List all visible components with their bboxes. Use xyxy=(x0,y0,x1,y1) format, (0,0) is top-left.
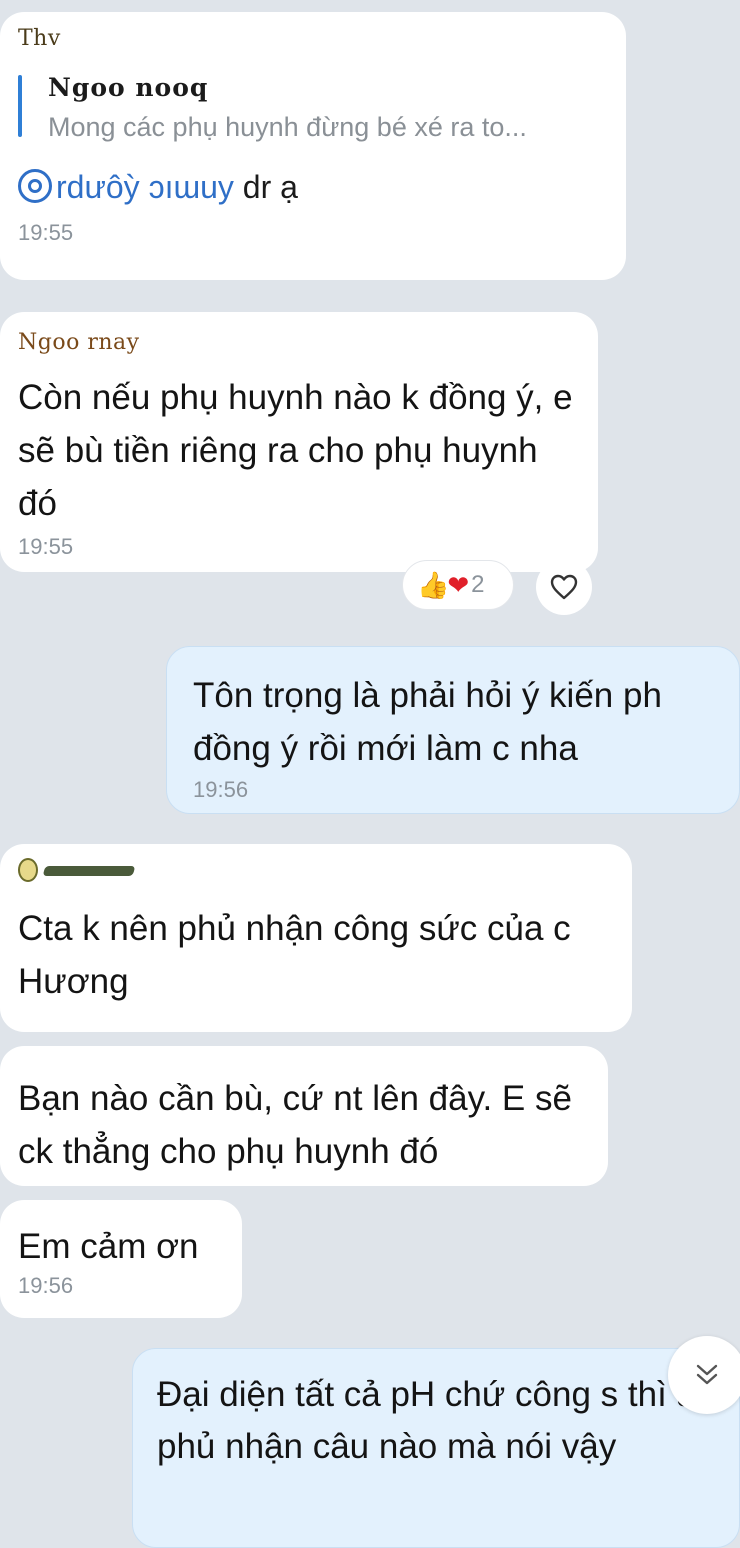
message-text: Đại diện tất cả pH chứ công s thì ai phủ… xyxy=(157,1375,704,1466)
message-text: Em cảm ơn xyxy=(18,1227,199,1266)
at-icon xyxy=(18,169,52,203)
sender-name[interactable]: Thv xyxy=(18,26,608,51)
message-bubble-outgoing[interactable]: Đại diện tất cả pH chứ công s thì ai phủ… xyxy=(132,1348,740,1548)
message-text: Cta k nên phủ nhận công sức của c Hương xyxy=(18,909,571,1001)
reaction-count: 2 xyxy=(471,571,485,598)
message-time: 19:55 xyxy=(18,534,74,559)
message-bubble-incoming[interactable]: Thv Ngoo nooq Mong các phụ huynh đừng bé… xyxy=(0,12,626,280)
sender-name[interactable] xyxy=(18,858,614,886)
scroll-to-bottom-button[interactable] xyxy=(668,1336,740,1414)
message-bubble-incoming[interactable]: Cta k nên phủ nhận công sức của c Hương xyxy=(0,844,632,1032)
message-time: 19:55 xyxy=(18,220,74,245)
quoted-message[interactable]: Ngoo nooq Mong các phụ huynh đừng bé xé … xyxy=(18,73,608,143)
double-chevron-down-icon xyxy=(696,1364,718,1385)
quote-sender-name: Ngoo nooq xyxy=(48,73,209,102)
thumbs-up-icon: 👍 xyxy=(417,570,450,600)
heart-outline-icon xyxy=(550,574,578,600)
mention-link[interactable]: rdưôỳ ɔıɯuy xyxy=(18,169,234,205)
sender-avatar-icon xyxy=(18,858,38,882)
message-time: 19:56 xyxy=(193,777,249,802)
sender-name-redacted xyxy=(42,866,136,876)
quote-text: Mong các phụ huynh đừng bé xé ra to... xyxy=(48,112,527,142)
mention-label: rdưôỳ ɔıɯuy xyxy=(56,169,234,205)
message-time: 19:56 xyxy=(18,1273,74,1298)
message-text: Bạn nào cần bù, cứ nt lên đây. E sẽ ck t… xyxy=(18,1079,572,1171)
message-bubble-incoming[interactable]: Ngoo rnay Còn nếu phụ huynh nào k đồng ý… xyxy=(0,312,598,572)
quote-bar xyxy=(18,75,22,137)
message-bubble-outgoing[interactable]: Tôn trọng là phải hỏi ý kiến ph đồng ý r… xyxy=(166,646,740,814)
sender-name[interactable]: Ngoo rnay xyxy=(18,330,580,355)
reaction-summary[interactable]: 👍 ❤ 2 xyxy=(402,560,514,610)
message-text: rdưôỳ ɔıɯuy dr ạ xyxy=(18,169,608,206)
message-bubble-incoming[interactable]: Bạn nào cần bù, cứ nt lên đây. E sẽ ck t… xyxy=(0,1046,608,1186)
react-heart-button[interactable] xyxy=(536,559,592,615)
message-text: Còn nếu phụ huynh nào k đồng ý, e sẽ bù … xyxy=(18,378,573,523)
mention-suffix: dr ạ xyxy=(233,169,298,205)
message-bubble-incoming[interactable]: Em cảm ơn 19:56 xyxy=(0,1200,242,1318)
heart-icon: ❤ xyxy=(447,570,470,600)
message-text: Tôn trọng là phải hỏi ý kiến ph đồng ý r… xyxy=(193,676,662,768)
